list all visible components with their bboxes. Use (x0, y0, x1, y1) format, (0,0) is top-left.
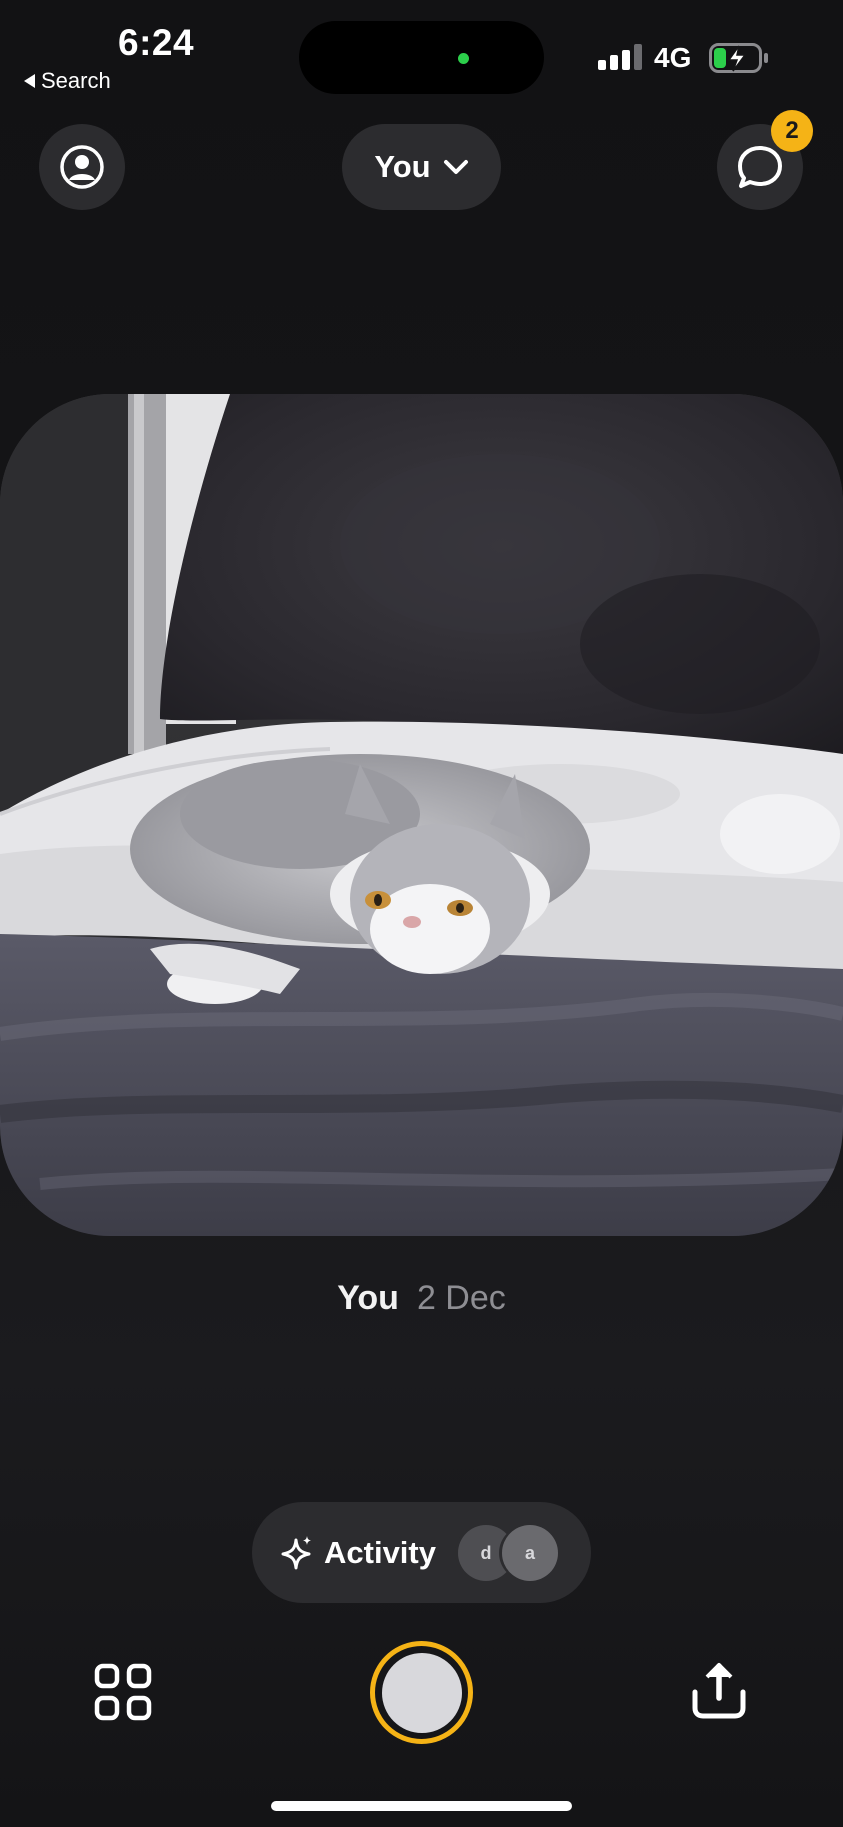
sparkle-icon (281, 1535, 311, 1569)
chat-bubble-icon (738, 146, 782, 188)
share-button[interactable] (690, 1660, 748, 1725)
back-to-search-link[interactable]: Search (24, 68, 111, 94)
activity-label: Activity (324, 1534, 436, 1570)
profile-icon (60, 145, 104, 189)
grid-icon (94, 1663, 152, 1721)
dynamic-island (299, 21, 544, 94)
home-indicator[interactable] (271, 1801, 572, 1811)
cat-photo-image (0, 394, 843, 1236)
back-label: Search (41, 68, 111, 93)
post-photo[interactable] (0, 394, 843, 1236)
activity-avatars: d a (458, 1525, 568, 1581)
chevron-down-icon (443, 160, 468, 174)
cellular-signal-icon (598, 44, 642, 70)
activity-button[interactable]: Activity d a (252, 1502, 591, 1603)
post-caption: You 2 Dec (0, 1279, 843, 1318)
shutter-inner (381, 1652, 462, 1733)
feed-selector-label: You (374, 149, 431, 184)
camera-shutter-button[interactable] (370, 1641, 473, 1744)
grid-view-button[interactable] (94, 1663, 152, 1726)
battery-charging-icon (709, 43, 769, 78)
camera-indicator-dot (458, 53, 469, 64)
avatar: a (502, 1525, 558, 1581)
status-time: 6:24 (118, 22, 195, 63)
back-arrow-icon (24, 74, 35, 88)
network-type: 4G (654, 42, 692, 73)
app-screen: 6:24 Search 4G You 2 You 2 Dec Activity … (0, 0, 843, 1827)
share-icon (692, 1663, 746, 1719)
post-date: 2 Dec (416, 1279, 506, 1317)
post-author: You (337, 1279, 399, 1317)
profile-button[interactable] (39, 124, 125, 210)
feed-selector-button[interactable]: You (342, 124, 501, 210)
messages-badge: 2 (771, 110, 813, 152)
